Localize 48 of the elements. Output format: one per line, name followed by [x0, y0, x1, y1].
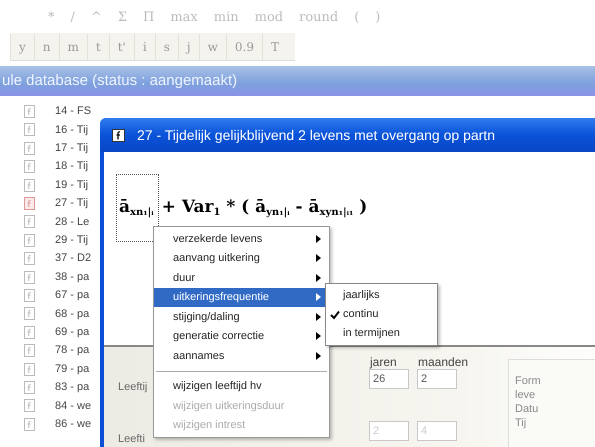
list-item[interactable]: 69 - pa — [55, 324, 90, 341]
check-icon — [330, 310, 340, 320]
menu-item[interactable]: generatie correctie — [154, 326, 329, 346]
field-label: Leefti — [118, 432, 145, 447]
list-item[interactable]: 17 - Tij — [55, 140, 88, 157]
submenu-arrow-icon — [316, 352, 321, 360]
list-item[interactable]: 27 - Tij — [55, 195, 88, 212]
list-item[interactable]: 79 - pa — [55, 360, 90, 378]
list-item[interactable]: 84 - we — [55, 398, 92, 414]
menu-item[interactable]: wijzigen leeftijd hv — [154, 376, 329, 396]
menu-item[interactable]: aanvang uitkering — [154, 248, 329, 268]
info-text: Form — [515, 374, 542, 388]
dialog-title: 27 - Tijdelijk gelijkblijvend 2 levens met overgang op partn — [137, 126, 495, 145]
field-label: Leeftij — [118, 380, 148, 395]
input-field[interactable]: 26 — [369, 369, 409, 389]
list-item[interactable]: 19 - Tij — [55, 176, 88, 194]
info-text: Tij — [515, 416, 528, 430]
list-item[interactable]: 78 - pa — [55, 342, 90, 359]
menu-item[interactable]: in termijnen — [326, 324, 437, 343]
list-item[interactable]: 38 - pa — [55, 268, 90, 286]
submenu-arrow-icon — [316, 293, 321, 302]
menu-item[interactable]: jaarlijks — [326, 286, 437, 305]
list-item[interactable]: 86 - we — [55, 416, 92, 433]
submenu-arrow-icon — [316, 234, 321, 243]
submenu-arrow-icon — [316, 332, 321, 340]
window-title: ule database (status : aangemaakt) — [0, 66, 595, 96]
info-text: leve — [515, 388, 536, 402]
info-text: Datu — [515, 402, 540, 416]
submenu-arrow-icon — [316, 274, 321, 282]
menu-item[interactable]: aannames — [154, 346, 329, 366]
list-item[interactable]: 37 - D2 — [55, 250, 92, 267]
list-item[interactable]: 18 - Tij — [55, 158, 88, 175]
submenu-arrow-icon — [316, 312, 321, 321]
list-item[interactable]: 68 - pa — [55, 306, 90, 322]
input-field[interactable]: 2 — [417, 369, 457, 389]
list-item[interactable]: 28 - Le — [55, 214, 90, 230]
list-item[interactable]: 14 - FS — [55, 103, 92, 120]
column-heading: maanden — [418, 354, 468, 371]
list-item[interactable]: 67 - pa — [55, 287, 90, 304]
list-item[interactable]: 83 - pa — [55, 379, 90, 396]
submenu-arrow-icon — [316, 254, 321, 262]
app-icon — [112, 128, 125, 142]
menu-item[interactable]: duur — [154, 268, 329, 288]
list-item[interactable]: 16 - Tij — [55, 122, 88, 138]
menu-item[interactable]: stijging/daling — [154, 307, 329, 326]
column-heading: jaren — [370, 354, 397, 371]
menu-item[interactable]: continu — [326, 305, 437, 324]
list-item[interactable]: 29 - Tij — [55, 232, 88, 249]
